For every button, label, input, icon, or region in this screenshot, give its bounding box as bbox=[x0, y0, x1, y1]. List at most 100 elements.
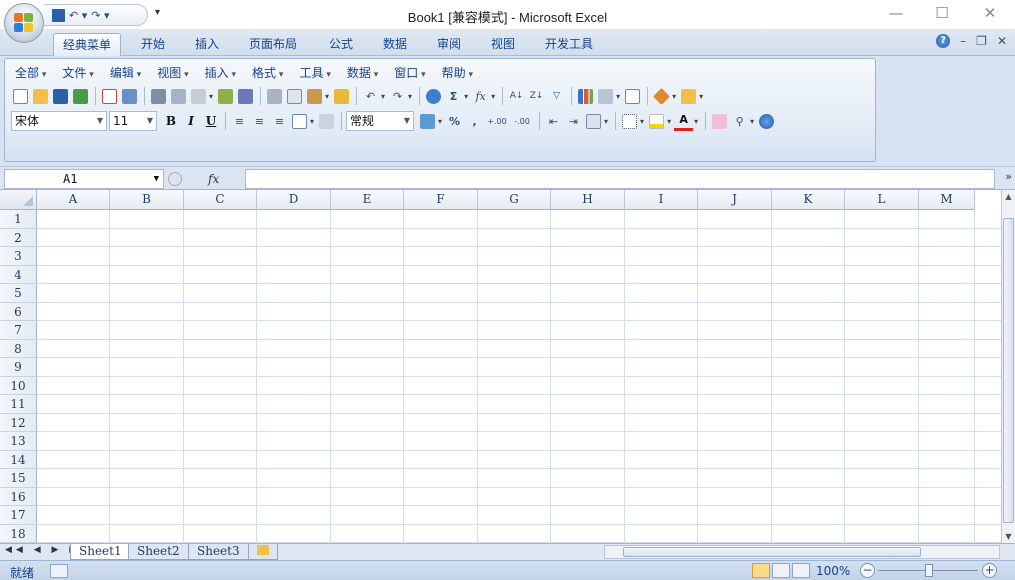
row-header-5[interactable]: 5 bbox=[0, 284, 37, 303]
column-header-e[interactable]: E bbox=[331, 190, 404, 210]
column-header-l[interactable]: L bbox=[845, 190, 919, 210]
decrease-decimal-button[interactable]: -.00 bbox=[510, 112, 534, 131]
horizontal-scroll-thumb[interactable] bbox=[623, 547, 921, 557]
column-header-d[interactable]: D bbox=[257, 190, 331, 210]
menu-view[interactable]: 视图 bbox=[151, 63, 198, 83]
paste-icon[interactable] bbox=[305, 87, 324, 106]
print-icon[interactable] bbox=[149, 87, 168, 106]
align-left-icon[interactable]: ≡ bbox=[230, 112, 249, 131]
cut-icon[interactable] bbox=[265, 87, 284, 106]
chart-icon[interactable] bbox=[576, 87, 595, 106]
column-header-a[interactable]: A bbox=[37, 190, 110, 210]
insert-sheet-icon[interactable] bbox=[248, 544, 278, 560]
column-header-j[interactable]: J bbox=[698, 190, 772, 210]
drawing-icon[interactable] bbox=[596, 87, 615, 106]
sort-ascending-icon[interactable]: A↓ bbox=[507, 87, 526, 106]
redo-icon[interactable]: ↷ bbox=[388, 87, 407, 106]
save-icon[interactable] bbox=[51, 87, 70, 106]
doc-restore-button[interactable]: ❐ bbox=[976, 34, 987, 48]
chevron-down-icon[interactable]: ▼ bbox=[154, 170, 159, 188]
worksheet-grid[interactable]: A B C D E F G H I J K L M 1 2 3 4 5 6 7 8 9 10 11 12 13 14 15 16 17 18 bbox=[0, 190, 1001, 543]
help-icon[interactable] bbox=[757, 112, 776, 131]
new-file-icon[interactable] bbox=[11, 87, 30, 106]
office-button[interactable] bbox=[4, 3, 44, 43]
open-folder-icon[interactable] bbox=[31, 87, 50, 106]
cell-styles-icon[interactable] bbox=[584, 112, 603, 131]
row-header-10[interactable]: 10 bbox=[0, 376, 37, 395]
menu-file[interactable]: 文件 bbox=[56, 63, 103, 83]
normal-view-button[interactable] bbox=[752, 563, 770, 578]
column-header-g[interactable]: G bbox=[478, 190, 551, 210]
copy-icon[interactable] bbox=[285, 87, 304, 106]
column-header-m[interactable]: M bbox=[919, 190, 975, 210]
row-header-18[interactable]: 18 bbox=[0, 524, 37, 543]
column-header-c[interactable]: C bbox=[184, 190, 257, 210]
zoom-slider-thumb[interactable] bbox=[925, 564, 933, 577]
row-header-6[interactable]: 6 bbox=[0, 302, 37, 321]
thesaurus-icon[interactable] bbox=[236, 87, 255, 106]
permission-icon[interactable] bbox=[71, 87, 90, 106]
menu-tools[interactable]: 工具 bbox=[293, 63, 340, 83]
email-icon[interactable] bbox=[100, 87, 119, 106]
zoom-level[interactable]: 100% bbox=[816, 564, 850, 578]
sheet-tab-sheet1[interactable]: Sheet1 bbox=[70, 544, 131, 560]
column-header-h[interactable]: H bbox=[551, 190, 625, 210]
tab-insert[interactable]: 插入 bbox=[186, 33, 228, 56]
row-header-14[interactable]: 14 bbox=[0, 450, 37, 469]
maximize-button[interactable]: ☐ bbox=[919, 4, 965, 22]
name-box[interactable]: A1 ▼ bbox=[4, 169, 164, 189]
number-format-select[interactable]: 常规 ▼ bbox=[346, 111, 415, 131]
cancel-icon[interactable] bbox=[168, 172, 182, 186]
align-center-icon[interactable]: ≡ bbox=[250, 112, 269, 131]
horizontal-scrollbar[interactable] bbox=[604, 545, 1000, 559]
expand-formula-bar-icon[interactable]: » bbox=[1005, 170, 1012, 183]
close-button[interactable]: ✕ bbox=[967, 4, 1013, 22]
macro-record-icon[interactable] bbox=[50, 564, 68, 578]
research-icon[interactable] bbox=[120, 87, 139, 106]
menu-format[interactable]: 格式 bbox=[246, 63, 293, 83]
table-icon[interactable] bbox=[623, 87, 642, 106]
fill-color-icon[interactable] bbox=[647, 112, 666, 131]
sheet-tab-sheet2[interactable]: Sheet2 bbox=[128, 544, 189, 560]
scroll-up-icon[interactable]: ▲ bbox=[1002, 192, 1015, 201]
row-header-9[interactable]: 9 bbox=[0, 358, 37, 377]
tab-review[interactable]: 审阅 bbox=[428, 33, 470, 56]
hyperlink-icon[interactable] bbox=[424, 87, 443, 106]
vertical-scroll-thumb[interactable] bbox=[1003, 218, 1014, 523]
wrap-text-icon[interactable] bbox=[317, 112, 336, 131]
align-right-icon[interactable]: ≡ bbox=[270, 112, 289, 131]
underline-button[interactable]: U bbox=[201, 111, 221, 131]
tab-view[interactable]: 视图 bbox=[482, 33, 524, 56]
tab-home[interactable]: 开始 bbox=[132, 33, 174, 56]
doc-minimize-button[interactable]: – bbox=[960, 34, 966, 48]
vertical-scrollbar[interactable]: ▲ ▼ bbox=[1001, 190, 1015, 543]
autosum-icon[interactable]: Σ bbox=[444, 87, 463, 106]
clipart-icon[interactable] bbox=[710, 112, 729, 131]
row-header-4[interactable]: 4 bbox=[0, 265, 37, 284]
tab-page-layout[interactable]: 页面布局 bbox=[240, 33, 306, 56]
help-icon[interactable]: ? bbox=[936, 34, 951, 48]
row-header-2[interactable]: 2 bbox=[0, 228, 37, 247]
page-setup-icon[interactable] bbox=[189, 87, 208, 106]
percent-button[interactable]: % bbox=[445, 112, 464, 131]
folder-icon[interactable] bbox=[679, 87, 698, 106]
tab-classic-menu[interactable]: 经典菜单 bbox=[53, 33, 122, 56]
font-name-select[interactable]: 宋体 ▼ bbox=[11, 111, 107, 131]
tab-developer[interactable]: 开发工具 bbox=[536, 33, 602, 56]
borders-icon[interactable] bbox=[620, 112, 639, 131]
row-header-7[interactable]: 7 bbox=[0, 321, 37, 340]
column-header-b[interactable]: B bbox=[110, 190, 184, 210]
minimize-button[interactable]: — bbox=[873, 4, 919, 22]
spelling-icon[interactable] bbox=[216, 87, 235, 106]
scroll-down-icon[interactable]: ▼ bbox=[1002, 532, 1015, 541]
insert-function-button[interactable]: fx bbox=[208, 172, 219, 186]
increase-decimal-button[interactable]: +.00 bbox=[485, 112, 509, 131]
print-preview-icon[interactable] bbox=[169, 87, 188, 106]
menu-data[interactable]: 数据 bbox=[341, 63, 388, 83]
font-size-select[interactable]: 11 ▼ bbox=[109, 111, 157, 131]
row-header-3[interactable]: 3 bbox=[0, 247, 37, 266]
row-header-1[interactable]: 1 bbox=[0, 210, 37, 229]
sheet-tab-sheet3[interactable]: Sheet3 bbox=[188, 544, 249, 560]
increase-indent-icon[interactable]: ⇥ bbox=[564, 112, 583, 131]
row-header-11[interactable]: 11 bbox=[0, 395, 37, 414]
